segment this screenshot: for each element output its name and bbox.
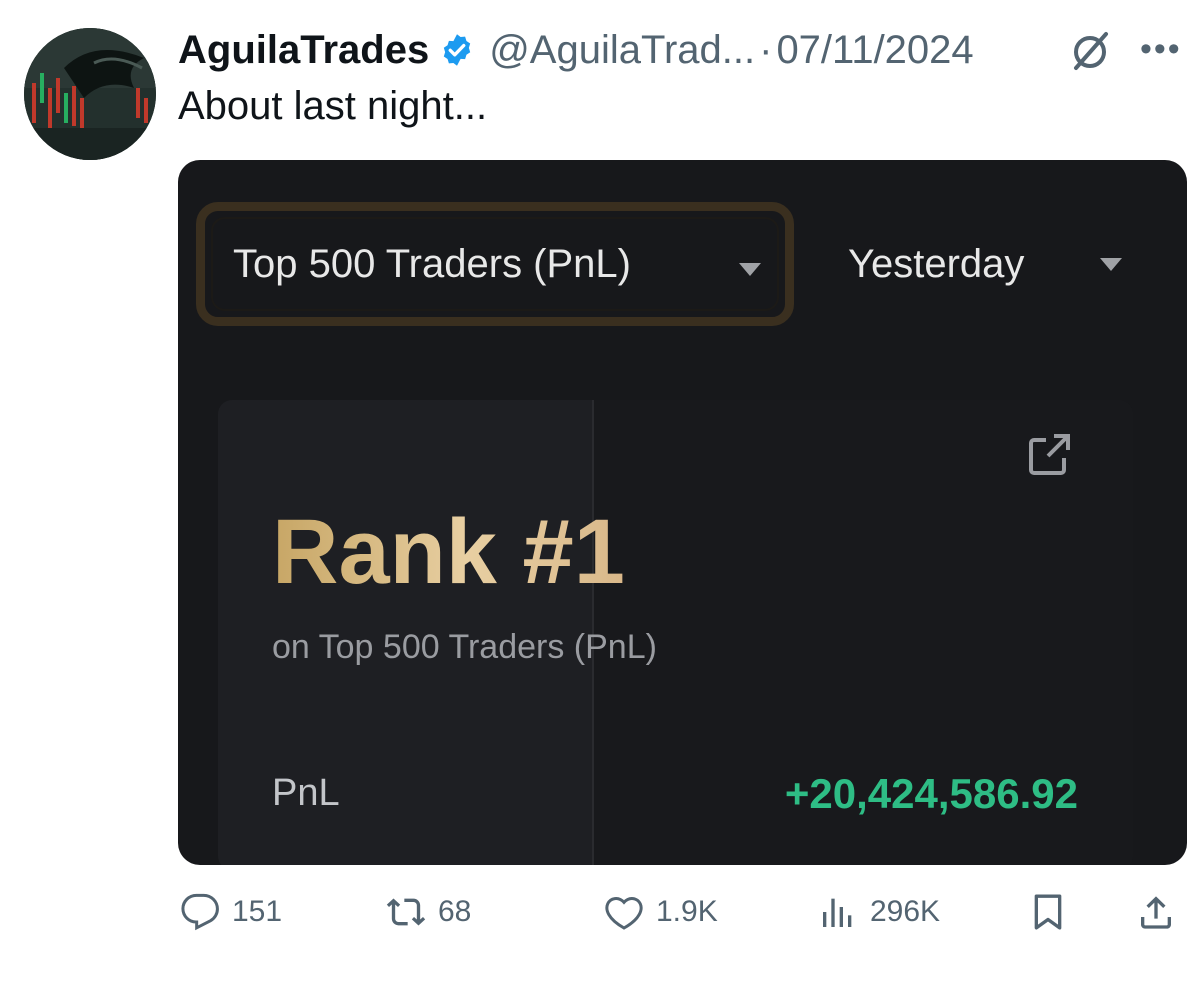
avatar[interactable] xyxy=(24,28,156,160)
repost-button[interactable]: 68 xyxy=(386,892,471,932)
tweet-date[interactable]: 07/11/2024 xyxy=(776,28,973,73)
author-handle[interactable]: @AguilaTrad... xyxy=(489,28,755,73)
caret-down-icon xyxy=(739,263,761,276)
views-button[interactable]: 296K xyxy=(818,892,940,932)
rank-subtitle: on Top 500 Traders (PnL) xyxy=(272,628,657,666)
rank-title: Rank #1 xyxy=(272,501,625,603)
reply-button[interactable]: 151 xyxy=(180,892,282,932)
share-button[interactable] xyxy=(1136,892,1188,932)
rank-card: Rank #1 on Top 500 Traders (PnL) PnL +20… xyxy=(218,400,1133,865)
like-icon xyxy=(605,897,643,930)
bookmark-icon xyxy=(1034,894,1062,930)
tweet-text: About last night... xyxy=(178,84,488,128)
traders-dropdown[interactable]: Top 500 Traders (PnL) xyxy=(196,202,794,326)
like-count: 1.9K xyxy=(656,895,718,928)
tweet-media[interactable]: Top 500 Traders (PnL) Yesterday Rank #1 … xyxy=(178,160,1187,865)
separator-dot: · xyxy=(759,27,773,72)
repost-count: 68 xyxy=(438,895,472,928)
views-icon xyxy=(823,898,852,927)
repost-icon xyxy=(386,898,426,926)
like-button[interactable]: 1.9K xyxy=(604,892,718,932)
views-count: 296K xyxy=(870,895,941,928)
avatar-image xyxy=(24,28,156,160)
range-dropdown-label[interactable]: Yesterday xyxy=(848,242,1024,287)
reply-icon xyxy=(181,893,219,931)
pnl-label: PnL xyxy=(272,772,340,814)
reply-count: 151 xyxy=(232,895,283,928)
bookmark-button[interactable] xyxy=(1028,892,1080,932)
action-bar: 151 68 1.9K 296K xyxy=(0,892,1200,942)
pnl-value: +20,424,586.92 xyxy=(784,770,1078,817)
share-external-icon[interactable] xyxy=(1024,430,1074,480)
tweet-header: AguilaTrades @AguilaTrad... · 07/11/2024 xyxy=(178,24,974,76)
author-name[interactable]: AguilaTrades xyxy=(178,28,429,73)
more-icon[interactable]: ••• xyxy=(1140,30,1182,69)
grok-icon[interactable] xyxy=(1068,28,1114,74)
verified-icon xyxy=(444,34,471,66)
dropdown-label: Top 500 Traders (PnL) xyxy=(233,241,631,286)
caret-down-icon[interactable] xyxy=(1100,258,1122,271)
share-icon xyxy=(1141,896,1171,929)
